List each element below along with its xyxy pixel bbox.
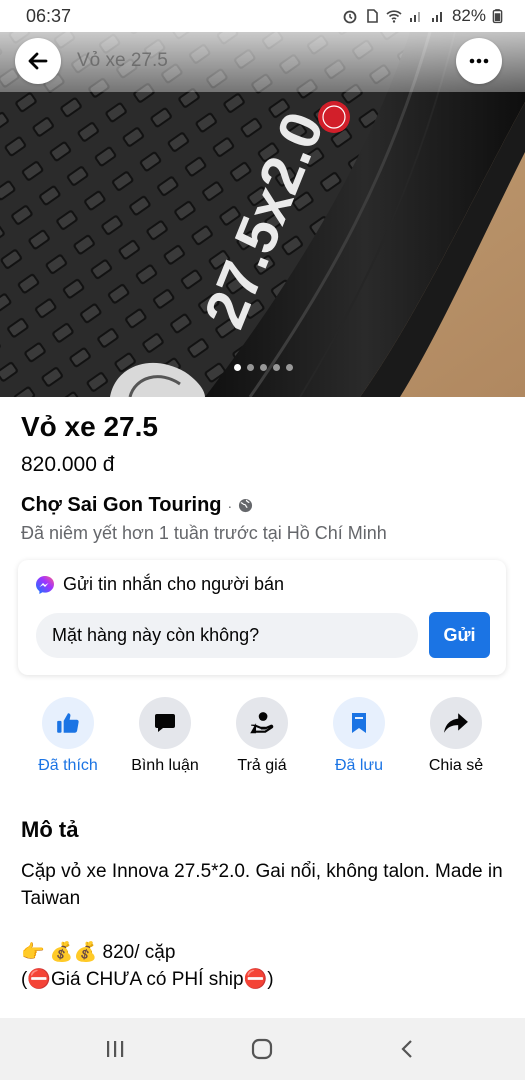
signal-icon bbox=[409, 12, 420, 22]
offer-icon bbox=[250, 712, 274, 734]
comment-button[interactable]: Bình luận bbox=[115, 697, 215, 775]
message-input[interactable] bbox=[36, 613, 418, 658]
comment-icon bbox=[155, 714, 175, 732]
make-offer-label: Trả giá bbox=[237, 757, 287, 774]
description-text: Cặp vỏ xe Innova 27.5*2.0. Gai nổi, khôn… bbox=[21, 861, 503, 990]
separator: · bbox=[227, 497, 233, 514]
message-heading-row: Gửi tin nhắn cho người bán bbox=[35, 574, 284, 595]
signal-icon bbox=[431, 12, 442, 22]
message-seller-card: Gửi tin nhắn cho người bán Gửi bbox=[18, 560, 506, 675]
pagination-dot[interactable] bbox=[234, 364, 241, 371]
message-heading: Gửi tin nhắn cho người bán bbox=[63, 574, 285, 594]
wifi-icon bbox=[386, 10, 402, 23]
messenger-icon bbox=[36, 575, 54, 594]
send-button[interactable]: Gửi bbox=[429, 612, 490, 658]
status-time: 06:37 bbox=[26, 5, 72, 26]
pagination-dot[interactable] bbox=[260, 364, 267, 371]
share-label: Chia sẻ bbox=[428, 757, 484, 774]
back-button[interactable] bbox=[15, 38, 61, 84]
recent-apps-icon bbox=[107, 1041, 124, 1057]
more-icon bbox=[469, 58, 489, 64]
globe-icon bbox=[239, 498, 253, 513]
comment-label: Bình luận bbox=[131, 757, 199, 774]
pagination-dot[interactable] bbox=[247, 364, 254, 371]
home-button[interactable] bbox=[242, 1036, 282, 1062]
seller-name[interactable]: Chợ Sai Gon Touring bbox=[21, 494, 222, 517]
bookmark-icon bbox=[352, 713, 366, 733]
description-title: Mô tả bbox=[21, 817, 79, 842]
pagination-dot[interactable] bbox=[273, 364, 280, 371]
like-icon bbox=[57, 713, 79, 733]
more-options-button[interactable] bbox=[456, 38, 502, 84]
pagination-dot[interactable] bbox=[286, 364, 293, 371]
like-label: Đã thích bbox=[38, 757, 98, 774]
back-nav-button[interactable] bbox=[388, 1036, 428, 1062]
make-offer-button-circle[interactable] bbox=[236, 697, 288, 749]
seller-row[interactable]: Chợ Sai Gon Touring · bbox=[21, 494, 253, 517]
alarm-icon bbox=[343, 10, 357, 24]
listing-info: Đã niêm yết hơn 1 tuần trước tại Hồ Chí … bbox=[21, 523, 387, 543]
sim-icon bbox=[367, 9, 378, 23]
status-icons: 82% bbox=[342, 6, 503, 26]
battery-icon bbox=[492, 9, 503, 24]
photo-pagination[interactable] bbox=[234, 364, 293, 371]
like-button[interactable]: Đã thích bbox=[18, 697, 118, 775]
back-arrow-icon bbox=[28, 52, 48, 70]
product-title: Vỏ xe 27.5 bbox=[21, 411, 158, 442]
share-button[interactable]: Chia sẻ bbox=[406, 697, 506, 775]
saved-label: Đã lưu bbox=[334, 757, 384, 774]
saved-button-circle[interactable] bbox=[333, 697, 385, 749]
make-offer-button[interactable]: Trả giá bbox=[212, 697, 312, 775]
home-icon bbox=[251, 1038, 273, 1060]
back-chevron-icon bbox=[401, 1040, 412, 1058]
battery-percent: 82% bbox=[451, 6, 486, 25]
android-nav-bar bbox=[0, 1018, 525, 1080]
status-bar: 06:37 82% bbox=[0, 0, 525, 32]
recent-apps-button[interactable] bbox=[95, 1036, 135, 1062]
hero-title: Vỏ xe 27.5 bbox=[77, 50, 168, 71]
saved-button[interactable]: Đã lưu bbox=[309, 697, 409, 775]
share-icon bbox=[444, 713, 468, 733]
like-button-circle[interactable] bbox=[42, 697, 94, 749]
action-bar: Đã thích Bình luận Trả giá Đã lưu Chia s… bbox=[0, 697, 525, 783]
comment-button-circle[interactable] bbox=[139, 697, 191, 749]
share-button-circle[interactable] bbox=[430, 697, 482, 749]
product-price: 820.000 đ bbox=[21, 453, 115, 476]
